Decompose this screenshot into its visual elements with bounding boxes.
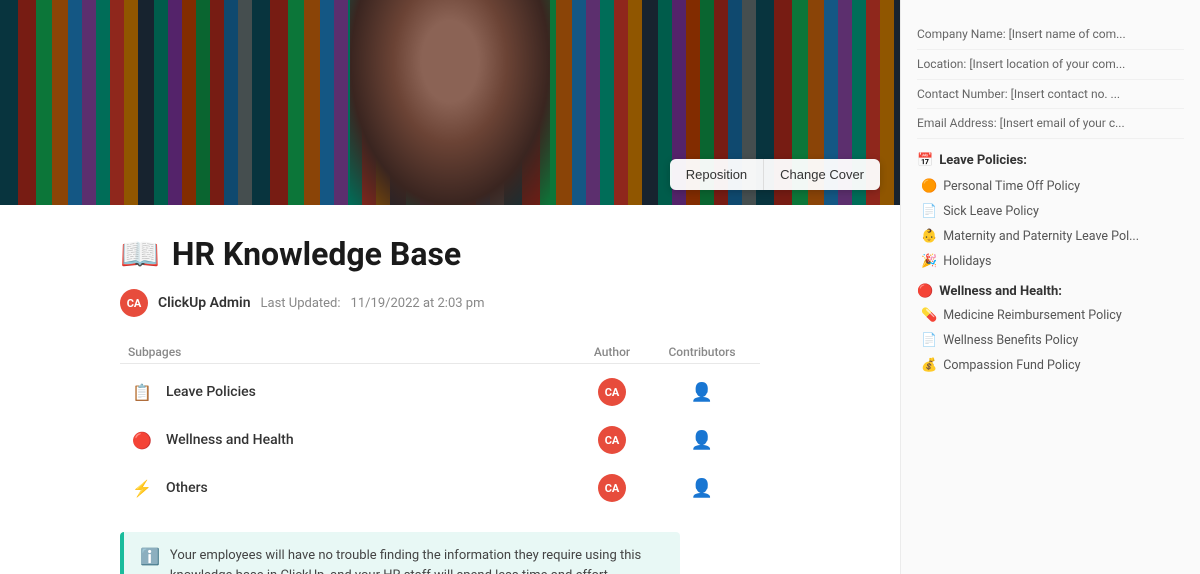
person-silhouette xyxy=(350,0,550,205)
sick-icon: 📄 xyxy=(921,204,937,219)
table-header: Subpages Author Contributors xyxy=(120,341,760,364)
row-icon-wellness: 🔴 xyxy=(128,426,156,454)
sidebar-nav-compassion[interactable]: 💰 Compassion Fund Policy xyxy=(917,353,1184,378)
sidebar-nav-medicine[interactable]: 💊 Medicine Reimbursement Policy xyxy=(917,303,1184,328)
row-icon-others: ⚡ xyxy=(128,474,156,502)
page-icon: 📖 xyxy=(120,235,160,273)
main-content: Reposition Change Cover 📖 HR Knowledge B… xyxy=(0,0,900,574)
reposition-button[interactable]: Reposition xyxy=(670,159,764,190)
compassion-icon: 💰 xyxy=(921,358,937,373)
author-name: ClickUp Admin xyxy=(158,295,251,311)
page-title-area: 📖 HR Knowledge Base xyxy=(120,235,860,273)
right-sidebar: Company Name: [Insert name of com... Loc… xyxy=(900,0,1200,574)
row-contributor-others: 👤 xyxy=(652,478,752,499)
info-box: ℹ️ Your employees will have no trouble f… xyxy=(120,532,680,574)
last-updated-value: 11/19/2022 at 2:03 pm xyxy=(351,296,485,311)
change-cover-button[interactable]: Change Cover xyxy=(764,159,880,190)
row-icon-leave: 📋 xyxy=(128,378,156,406)
wellness-section-label: Wellness and Health: xyxy=(939,284,1062,299)
leave-section-icon: 📅 xyxy=(917,153,933,168)
row-name-wellness: Wellness and Health xyxy=(166,432,572,448)
col-author-header: Author xyxy=(572,345,652,359)
row-author-wellness: CA xyxy=(572,426,652,454)
meta-row: CA ClickUp Admin Last Updated: 11/19/202… xyxy=(120,289,860,317)
row-name-others: Others xyxy=(166,480,572,496)
pto-icon: 🟠 xyxy=(921,179,937,194)
contributor-icon: 👤 xyxy=(691,430,713,451)
sidebar-company-name: Company Name: [Insert name of com... xyxy=(917,20,1184,50)
pto-label: Personal Time Off Policy xyxy=(943,179,1080,194)
col-contributors-header: Contributors xyxy=(652,345,752,359)
wellness-section-icon: 🔴 xyxy=(917,284,933,299)
sidebar-wellness-section-title: 🔴 Wellness and Health: xyxy=(917,284,1184,299)
avatar-ca-leave: CA xyxy=(598,378,626,406)
table-row[interactable]: 🔴 Wellness and Health CA 👤 xyxy=(120,416,760,464)
info-text: Your employees will have no trouble find… xyxy=(170,546,664,574)
col-subpages-header: Subpages xyxy=(128,345,572,359)
sidebar-location: Location: [Insert location of your com..… xyxy=(917,50,1184,80)
row-contributor-leave: 👤 xyxy=(652,382,752,403)
sidebar-nav-wellness-benefits[interactable]: 📄 Wellness Benefits Policy xyxy=(917,328,1184,353)
row-name-leave: Leave Policies xyxy=(166,384,572,400)
maternity-label: Maternity and Paternity Leave Pol... xyxy=(943,229,1139,244)
info-icon: ℹ️ xyxy=(140,547,160,574)
page-title: HR Knowledge Base xyxy=(172,235,461,273)
leave-section-label: Leave Policies: xyxy=(939,153,1027,168)
wellness-benefits-icon: 📄 xyxy=(921,333,937,348)
sidebar-nav-maternity[interactable]: 👶 Maternity and Paternity Leave Pol... xyxy=(917,224,1184,249)
holidays-label: Holidays xyxy=(943,254,991,269)
row-author-others: CA xyxy=(572,474,652,502)
table-row[interactable]: 📋 Leave Policies CA 👤 xyxy=(120,368,760,416)
medicine-label: Medicine Reimbursement Policy xyxy=(943,308,1122,323)
sidebar-email: Email Address: [Insert email of your c..… xyxy=(917,109,1184,139)
sick-label: Sick Leave Policy xyxy=(943,204,1039,219)
sidebar-contact: Contact Number: [Insert contact no. ... xyxy=(917,80,1184,110)
maternity-icon: 👶 xyxy=(921,229,937,244)
wellness-benefits-label: Wellness Benefits Policy xyxy=(943,333,1078,348)
contributor-icon: 👤 xyxy=(691,382,713,403)
contributor-icon: 👤 xyxy=(691,478,713,499)
avatar-ca-others: CA xyxy=(598,474,626,502)
compassion-label: Compassion Fund Policy xyxy=(943,358,1080,373)
holidays-icon: 🎉 xyxy=(921,254,937,269)
page-content: 📖 HR Knowledge Base CA ClickUp Admin Las… xyxy=(0,205,900,574)
table-row[interactable]: ⚡ Others CA 👤 xyxy=(120,464,760,512)
sidebar-nav-pto[interactable]: 🟠 Personal Time Off Policy xyxy=(917,174,1184,199)
medicine-icon: 💊 xyxy=(921,308,937,323)
row-author-leave: CA xyxy=(572,378,652,406)
last-updated-label: Last Updated: xyxy=(261,296,341,311)
subpages-table: Subpages Author Contributors 📋 Leave Pol… xyxy=(120,341,760,512)
avatar-ca-wellness: CA xyxy=(598,426,626,454)
sidebar-nav-sick[interactable]: 📄 Sick Leave Policy xyxy=(917,199,1184,224)
sidebar-nav-holidays[interactable]: 🎉 Holidays xyxy=(917,249,1184,274)
avatar: CA xyxy=(120,289,148,317)
hero-controls: Reposition Change Cover xyxy=(670,159,880,190)
sidebar-leave-section-title: 📅 Leave Policies: xyxy=(917,153,1184,168)
row-contributor-wellness: 👤 xyxy=(652,430,752,451)
hero-cover: Reposition Change Cover xyxy=(0,0,900,205)
